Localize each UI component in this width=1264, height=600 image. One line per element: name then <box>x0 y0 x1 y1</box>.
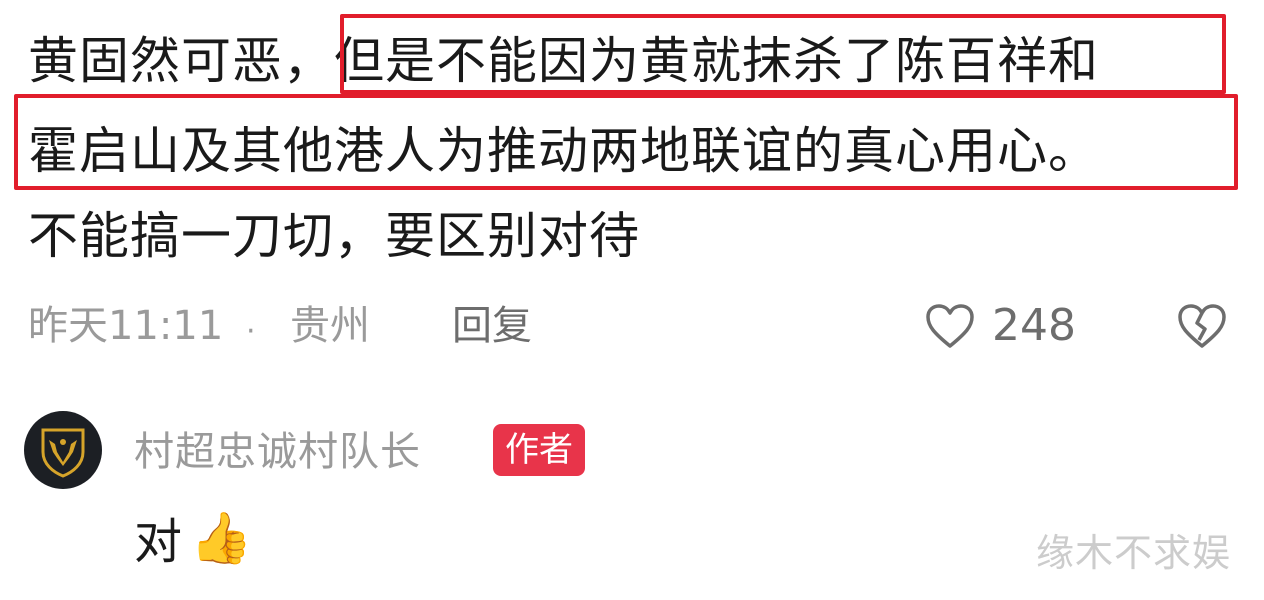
like-count: 248 <box>992 300 1076 351</box>
heart-outline-icon[interactable] <box>924 302 976 350</box>
thumbs-up-emoji: 👍 <box>190 509 253 567</box>
highlight-box-bottom <box>14 94 1238 190</box>
broken-heart-icon[interactable] <box>1176 302 1228 350</box>
meta-separator: · <box>246 314 256 349</box>
comment-timestamp: 昨天11:11 <box>28 303 224 349</box>
reply-button[interactable]: 回复 <box>452 298 532 354</box>
bull-shield-icon <box>41 428 85 478</box>
comment-line-3: 不能搞一刀切，要区别对待 <box>28 207 640 265</box>
author-avatar[interactable] <box>24 411 102 489</box>
comment-text-prefix: 黄固然可恶， <box>28 32 334 90</box>
author-reply-text: 对 <box>134 514 183 570</box>
author-name[interactable]: 村超忠诚村队长 <box>134 424 421 480</box>
highlight-box-top <box>340 14 1226 94</box>
watermark: 缘木不求娱 <box>1036 531 1232 575</box>
author-badge: 作者 <box>493 424 585 476</box>
comment-location: 贵州 <box>290 303 370 349</box>
